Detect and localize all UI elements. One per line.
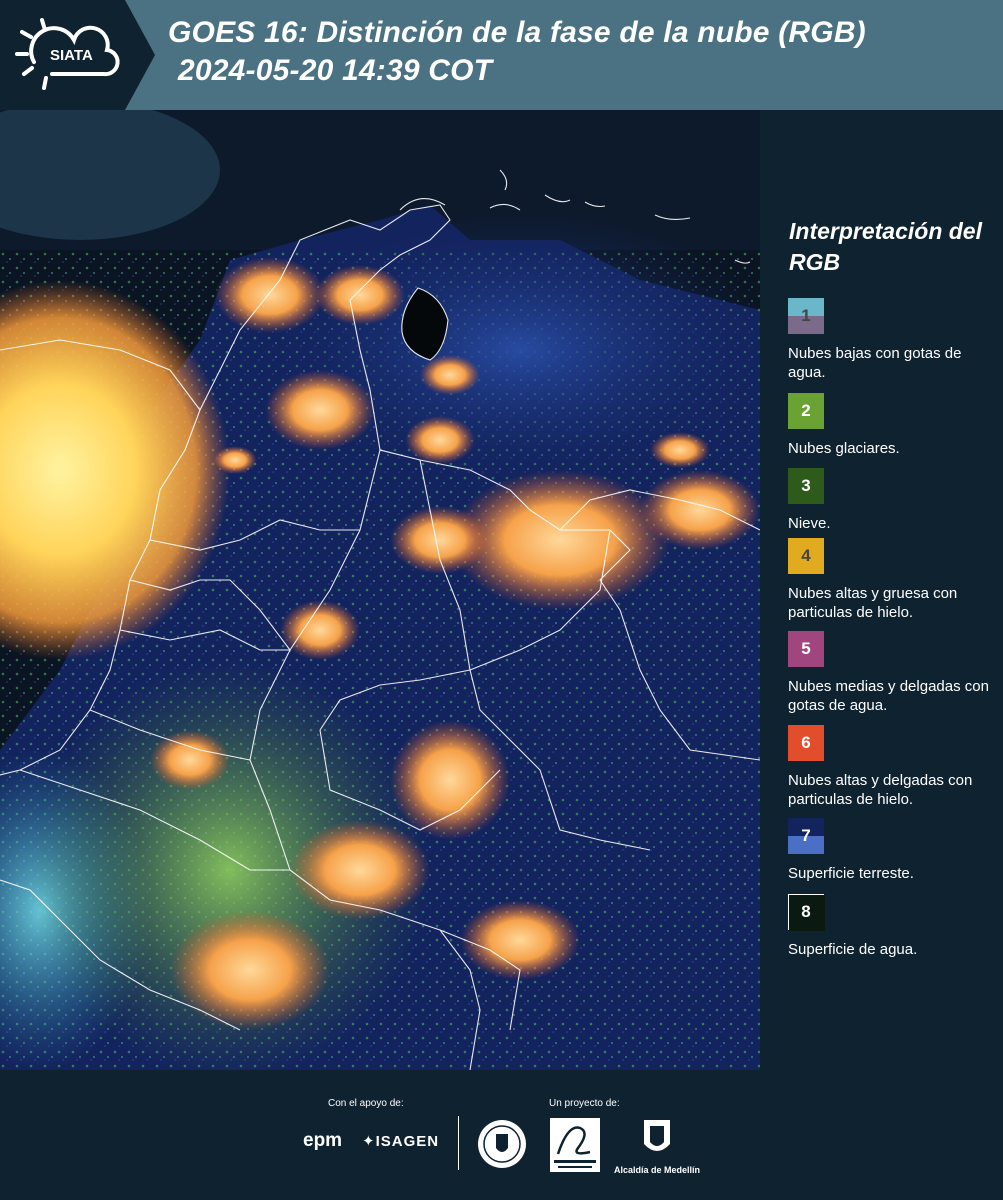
legend-swatch: 3 [788, 468, 824, 504]
isagen-logo-text: ISAGEN [375, 1133, 440, 1150]
legend-swatch: 5 [788, 631, 824, 667]
header: SIATA GOES 16: Distinción de la fase de … [0, 0, 1003, 110]
legend-label: Nieve. [788, 515, 831, 532]
legend-label: Nubes glaciares. [788, 440, 900, 457]
support-label: Con el apoyo de: [328, 1098, 404, 1109]
legend-item-6: 6 Nubes altas y delgadas con particulas … [788, 725, 1000, 809]
legend-label: Nubes altas y gruesa con particulas de h… [788, 585, 958, 621]
area-metropolitana-logo-icon [550, 1118, 600, 1172]
legend-item-4: 4 Nubes altas y gruesa con particulas de… [788, 538, 1000, 622]
medellin-shield-icon [644, 1120, 670, 1151]
legend-swatch: 6 [788, 725, 824, 761]
legend-swatch: 4 [788, 538, 824, 574]
legend-item-8: 8 Superficie de agua. [788, 894, 1000, 959]
legend-panel: Interpretación del RGB 1 Nubes bajas con… [760, 110, 1003, 1070]
epm-logo: epm [303, 1130, 343, 1151]
siata-logo: SIATA [0, 0, 155, 110]
legend-label: Nubes bajas con gotas de agua. [788, 345, 962, 381]
isagen-logo: ✦ISAGEN [362, 1132, 439, 1150]
legend-item-5: 5 Nubes medias y delgadas con gotas de a… [788, 631, 1000, 715]
legend-swatch: 2 [788, 393, 824, 429]
alcaldia-medellin-logo: Alcaldía de Medellín [612, 1118, 702, 1175]
legend-item-7: 7 Superficie terreste. [788, 818, 1000, 883]
page-title: GOES 16: Distinción de la fase de la nub… [168, 16, 866, 49]
footer-divider [458, 1116, 459, 1170]
rgb-composite-image [0, 110, 760, 1070]
timestamp: 2024-05-20 14:39 COT [178, 54, 493, 87]
legend-title: Interpretación del RGB [789, 218, 982, 275]
legend-label: Superficie de agua. [788, 941, 918, 958]
university-seal-icon [478, 1120, 526, 1168]
satellite-map [0, 110, 760, 1070]
legend-label: Superficie terreste. [788, 865, 914, 882]
legend-swatch: 1 [788, 298, 824, 334]
legend-item-1: 1 Nubes bajas con gotas de agua. [788, 298, 1000, 382]
isagen-mark-icon: ✦ [362, 1133, 376, 1150]
legend-label: Nubes altas y delgadas con particulas de… [788, 772, 973, 808]
legend-swatch: 8 [788, 894, 825, 931]
medellin-label: Alcaldía de Medellín [613, 1165, 701, 1175]
siata-logo-text: SIATA [50, 47, 93, 64]
legend-label: Nubes medias y delgadas con gotas de agu… [788, 678, 989, 714]
legend-swatch: 7 [788, 818, 824, 854]
legend-item-3: 3 Nieve. [788, 468, 1000, 533]
footer: Con el apoyo de: Un proyecto de: epm ✦IS… [0, 1070, 1003, 1200]
legend-item-2: 2 Nubes glaciares. [788, 393, 1000, 458]
project-label: Un proyecto de: [549, 1098, 620, 1109]
